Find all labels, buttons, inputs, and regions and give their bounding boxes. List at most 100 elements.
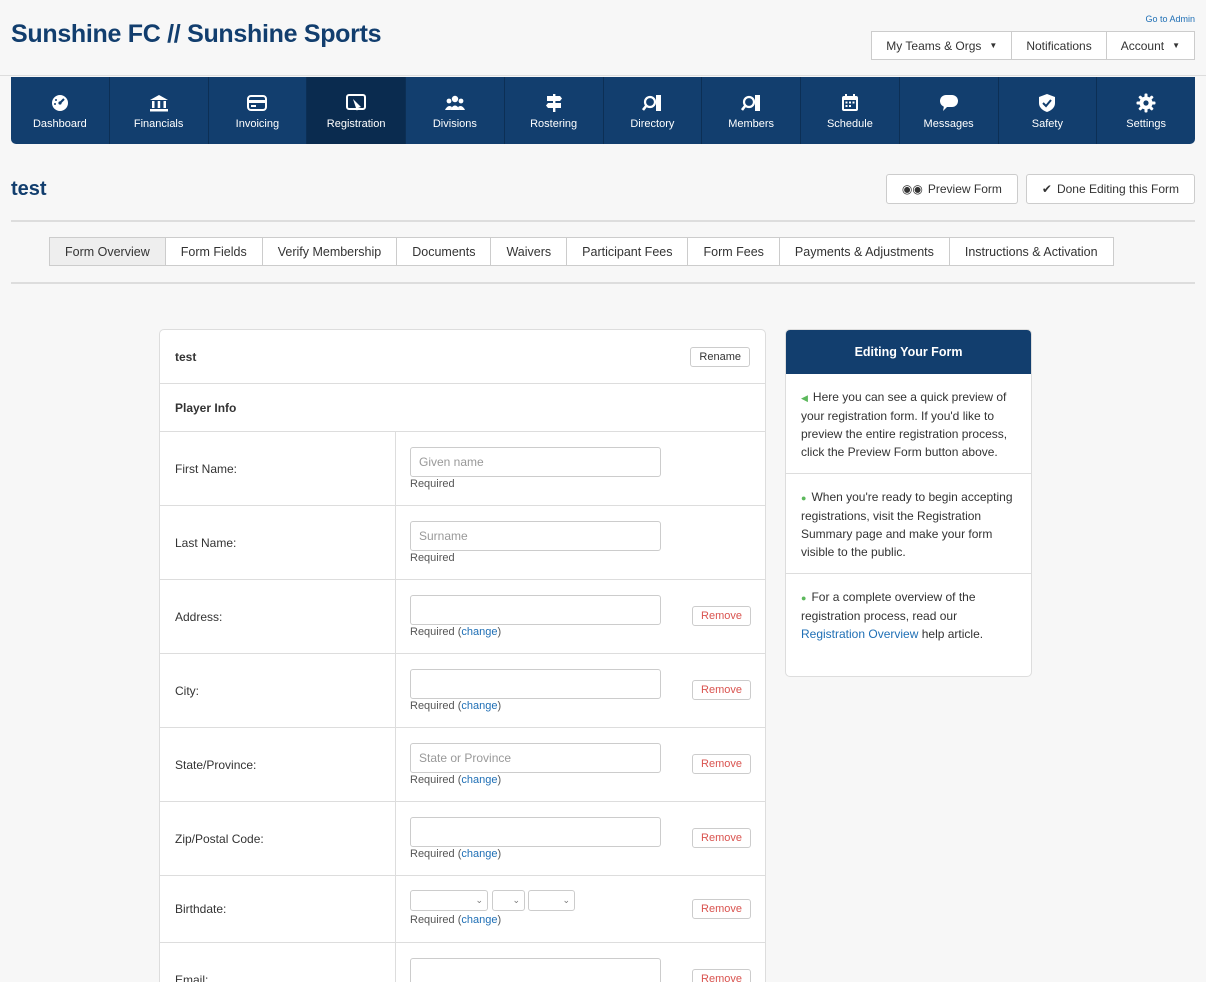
check-icon: ✔ [1041, 182, 1052, 196]
field-row-first-name: First Name: Given name Required [160, 432, 765, 506]
required-text: Required [410, 626, 455, 638]
nav-schedule[interactable]: Schedule [801, 77, 900, 144]
nav-label: Registration [326, 117, 386, 130]
nav-financials[interactable]: Financials [110, 77, 209, 144]
section-heading: Player Info [160, 384, 765, 432]
nav-directory[interactable]: Directory [604, 77, 703, 144]
rename-button[interactable]: Rename [690, 346, 750, 367]
required-note: Required (change) [410, 700, 502, 712]
done-editing-button[interactable]: ✔ Done Editing this Form [1025, 174, 1195, 204]
triangle-left-icon: ◀ [801, 393, 808, 403]
nav-invoicing[interactable]: Invoicing [209, 77, 308, 144]
members-icon [741, 92, 761, 114]
remove-button[interactable]: Remove [692, 754, 751, 774]
tab-documents[interactable]: Documents [396, 237, 492, 266]
help-section-overview: ● For a complete overview of the registra… [786, 574, 1031, 655]
nav-registration[interactable]: Registration [307, 77, 406, 144]
change-link[interactable]: change [461, 626, 497, 638]
last-name-input[interactable]: Surname [410, 521, 661, 551]
form-tabs: Form Overview Form Fields Verify Members… [49, 237, 1114, 266]
bank-icon [149, 92, 169, 114]
required-note: Required (change) [410, 848, 502, 860]
nav-divisions[interactable]: Divisions [406, 77, 505, 144]
nav-dashboard[interactable]: Dashboard [11, 77, 110, 144]
nav-label: Settings [1126, 117, 1166, 130]
nav-messages[interactable]: Messages [900, 77, 999, 144]
required-text: Required [410, 848, 455, 860]
registration-overview-link[interactable]: Registration Overview [801, 627, 918, 641]
state-input[interactable]: State or Province [410, 743, 661, 773]
zip-input[interactable] [410, 817, 661, 847]
go-to-admin-link[interactable]: Go to Admin [1145, 14, 1195, 24]
address-input[interactable] [410, 595, 661, 625]
remove-button[interactable]: Remove [692, 606, 751, 626]
help-text: For a complete overview of the registrat… [801, 590, 976, 623]
notifications-button[interactable]: Notifications [1011, 31, 1107, 60]
nav-label: Schedule [826, 117, 873, 130]
preview-form-button[interactable]: ◉◉ Preview Form [885, 174, 1018, 204]
first-name-input[interactable]: Given name [410, 447, 661, 477]
account-dropdown[interactable]: Account ▼ [1105, 31, 1195, 60]
remove-button[interactable]: Remove [692, 680, 751, 700]
my-teams-dropdown[interactable]: My Teams & Orgs ▼ [871, 31, 1013, 60]
tab-waivers[interactable]: Waivers [490, 237, 568, 266]
city-input[interactable] [410, 669, 661, 699]
field-label: Address: [160, 580, 396, 653]
tab-payments-adjustments[interactable]: Payments & Adjustments [778, 237, 950, 266]
chat-icon [939, 92, 959, 114]
registration-icon [346, 92, 367, 114]
change-link[interactable]: change [461, 774, 497, 786]
remove-button[interactable]: Remove [692, 828, 751, 848]
field-row-birthdate: Birthdate: ⌄ ⌄ ⌄ Required (change) Remov… [160, 876, 765, 943]
field-row-city: City: Required (change) Remove [160, 654, 765, 728]
nav-rostering[interactable]: Rostering [505, 77, 604, 144]
caret-down-icon: ▼ [1172, 41, 1180, 50]
field-label: City: [160, 654, 396, 727]
nav-members[interactable]: Members [702, 77, 801, 144]
dashboard-icon [51, 92, 69, 114]
nav-label: Divisions [432, 117, 477, 130]
birth-month-select[interactable]: ⌄ [410, 890, 488, 911]
tab-form-fields[interactable]: Form Fields [164, 237, 263, 266]
nav-label: Rostering [530, 117, 578, 130]
email-input[interactable] [410, 958, 661, 982]
field-row-email: Email: Remove [160, 943, 765, 982]
nav-settings[interactable]: Settings [1097, 77, 1195, 144]
form-header: test Rename [160, 330, 765, 384]
change-link[interactable]: change [461, 914, 497, 926]
tab-instructions-activation[interactable]: Instructions & Activation [948, 237, 1114, 266]
help-text: help article. [921, 627, 984, 641]
calendar-icon [841, 92, 859, 114]
birth-year-select[interactable]: ⌄ [528, 890, 575, 911]
page-title: test [11, 178, 47, 200]
required-note: Required (change) [410, 914, 502, 926]
signpost-icon [544, 92, 564, 114]
main-nav: Dashboard Financials Invoicing Registrat… [11, 77, 1195, 144]
change-link[interactable]: change [461, 848, 497, 860]
field-label: Email: [160, 943, 396, 982]
field-label: Zip/Postal Code: [160, 802, 396, 875]
nav-label: Dashboard [32, 117, 87, 130]
nav-safety[interactable]: Safety [999, 77, 1098, 144]
required-text: Required [410, 914, 455, 926]
gear-icon [1136, 92, 1156, 114]
bullet-icon: ● [801, 493, 807, 503]
change-link[interactable]: change [461, 700, 497, 712]
remove-button[interactable]: Remove [692, 899, 751, 919]
field-label: Birthdate: [160, 876, 396, 942]
tab-form-overview[interactable]: Form Overview [49, 237, 166, 266]
tab-participant-fees[interactable]: Participant Fees [566, 237, 689, 266]
top-account-bar: My Teams & Orgs ▼ Notifications Account ▼ [871, 31, 1195, 60]
tab-form-fees[interactable]: Form Fees [687, 237, 780, 266]
done-editing-label: Done Editing this Form [1056, 182, 1179, 196]
field-row-last-name: Last Name: Surname Required [160, 506, 765, 580]
field-label: Last Name: [160, 506, 396, 579]
remove-button[interactable]: Remove [692, 969, 751, 982]
required-note: Required (change) [410, 626, 502, 638]
birth-day-select[interactable]: ⌄ [492, 890, 525, 911]
tab-verify-membership[interactable]: Verify Membership [261, 237, 398, 266]
required-note: Required (change) [410, 774, 502, 786]
caret-down-icon: ▼ [989, 41, 998, 50]
chevron-down-icon: ⌄ [562, 895, 570, 905]
binoculars-icon: ◉◉ [901, 182, 923, 196]
